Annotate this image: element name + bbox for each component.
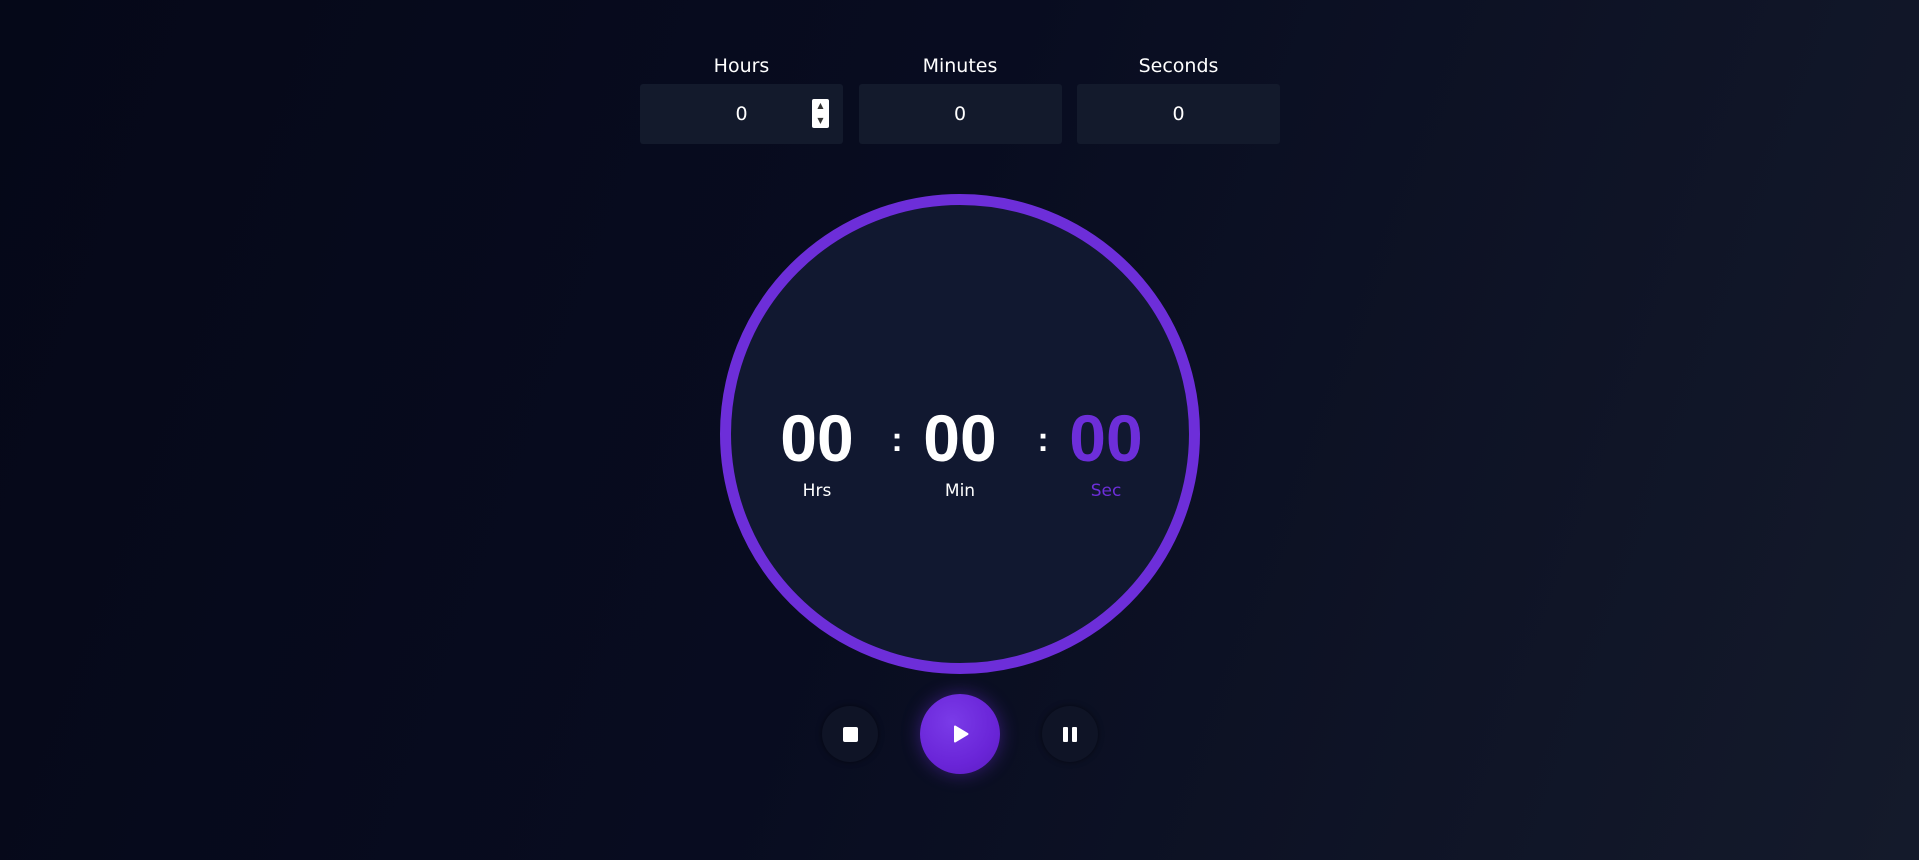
minutes-label: Minutes <box>922 55 998 77</box>
play-icon <box>954 725 969 743</box>
hours-input-box[interactable]: ▲ ▼ <box>640 84 843 144</box>
hours-label: Hours <box>713 55 770 77</box>
seconds-display: 00 Sec <box>1051 400 1161 502</box>
separator-colon: : <box>1037 421 1049 459</box>
seconds-input[interactable] <box>1077 84 1280 144</box>
minutes-display: 00 Min <box>905 400 1015 502</box>
timer-controls <box>820 694 1100 774</box>
time-inputs: Hours ▲ ▼ Minutes Seconds <box>640 52 1280 144</box>
spinner-down-icon[interactable]: ▼ <box>817 116 823 125</box>
minutes-input-box[interactable] <box>858 84 1062 144</box>
play-button[interactable] <box>920 694 1000 774</box>
seconds-value: 00 <box>1069 401 1143 475</box>
hours-field: Hours ▲ ▼ <box>640 52 843 144</box>
timer-display: 00 Hrs : 00 Min : 00 Sec <box>762 400 1158 510</box>
hours-unit-label: Hrs <box>802 481 832 501</box>
hours-display: 00 Hrs <box>762 400 872 502</box>
stop-button[interactable] <box>822 706 878 762</box>
hours-spinner[interactable]: ▲ ▼ <box>812 99 829 128</box>
separator-colon: : <box>891 421 903 459</box>
minutes-input[interactable] <box>858 84 1062 144</box>
seconds-field: Seconds <box>1077 52 1280 144</box>
seconds-input-box[interactable] <box>1077 84 1280 144</box>
pause-button[interactable] <box>1042 706 1098 762</box>
minutes-field: Minutes <box>858 52 1062 144</box>
stop-icon <box>842 726 858 742</box>
minutes-unit-label: Min <box>944 481 976 501</box>
pause-icon <box>1063 726 1077 742</box>
hours-value: 00 <box>780 401 854 475</box>
seconds-unit-label: Sec <box>1090 481 1122 501</box>
minutes-value: 00 <box>923 401 997 475</box>
spinner-up-icon[interactable]: ▲ <box>817 102 823 110</box>
seconds-label: Seconds <box>1138 55 1219 77</box>
